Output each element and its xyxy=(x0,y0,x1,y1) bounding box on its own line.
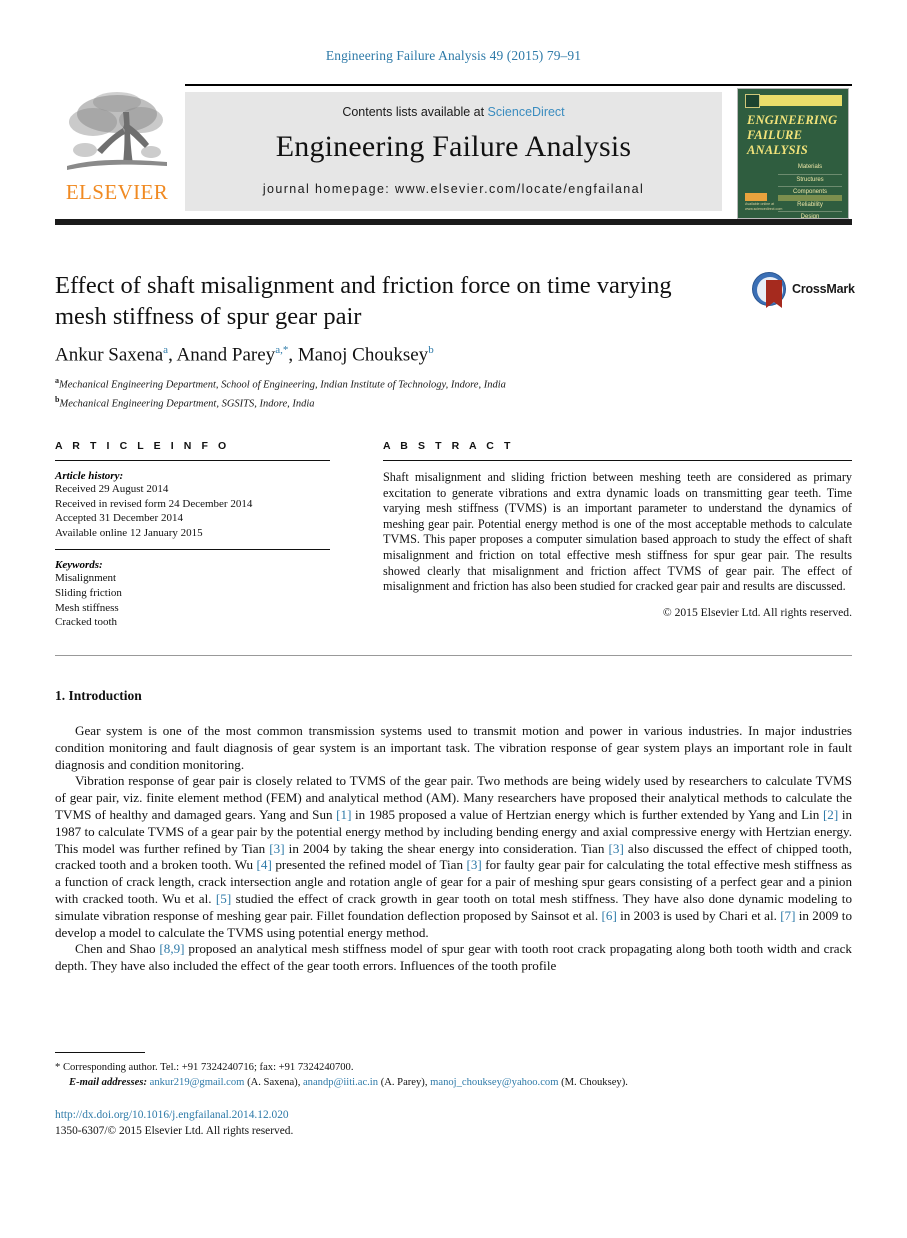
introduction-section: 1. Introduction Gear system is one of th… xyxy=(55,688,852,975)
cover-keyword: Structures xyxy=(778,175,842,187)
email-label: E-mail addresses: xyxy=(69,1077,147,1088)
article-info-column: A R T I C L E I N F O Article history: R… xyxy=(55,440,330,630)
affiliation-item: aMechanical Engineering Department, Scho… xyxy=(55,374,755,393)
citation-ref[interactable]: [1] xyxy=(336,807,351,822)
cover-elsevier-logo xyxy=(745,193,767,201)
paper-page: Engineering Failure Analysis 49 (2015) 7… xyxy=(0,0,907,1238)
email-owner: (A. Saxena) xyxy=(247,1077,298,1088)
keyword-item: Sliding friction xyxy=(55,586,122,599)
abstract-rule xyxy=(383,460,852,461)
cover-keyword: Materials xyxy=(778,162,842,175)
email-address[interactable]: manoj_chouksey@yahoo.com xyxy=(430,1077,558,1088)
author-name: Manoj Chouksey xyxy=(297,344,429,366)
citation-ref[interactable]: [3] xyxy=(609,841,624,856)
author-affil-mark[interactable]: a,* xyxy=(275,344,288,356)
author-list: Ankur Saxenaa, Anand Pareya,*, Manoj Cho… xyxy=(55,344,434,366)
email-owner: (A. Parey) xyxy=(380,1077,425,1088)
footnote-rule xyxy=(55,1052,145,1053)
keywords-rule xyxy=(55,549,330,551)
abstract-column: A B S T R A C T Shaft misalignment and s… xyxy=(383,440,852,619)
page-title: Effect of shaft misalignment and frictio… xyxy=(55,272,672,330)
journal-cover-thumbnail: ENGINEERING FAILURE ANALYSIS Materials S… xyxy=(737,88,849,219)
issn-copyright-line: 1350-6307/© 2015 Elsevier Ltd. All right… xyxy=(55,1124,294,1137)
keyword-item: Cracked tooth xyxy=(55,616,118,629)
cover-title-line-1: ENGINEERING xyxy=(747,113,838,127)
journal-title: Engineering Failure Analysis xyxy=(275,130,632,163)
history-item: Accepted 31 December 2014 xyxy=(55,512,183,525)
author-affil-mark: b xyxy=(428,344,434,356)
author-name: Ankur Saxena xyxy=(55,344,164,366)
masthead-top-rule xyxy=(185,84,852,86)
email-address[interactable]: ankur219@gmail.com xyxy=(150,1077,245,1088)
cover-imprint-mark xyxy=(745,94,760,108)
history-item: Received in revised form 24 December 201… xyxy=(55,497,253,510)
cover-title: ENGINEERING FAILURE ANALYSIS xyxy=(747,113,838,158)
citation-ref[interactable]: [8,9] xyxy=(159,941,184,956)
running-head: Engineering Failure Analysis 49 (2015) 7… xyxy=(325,48,582,63)
article-info-heading: A R T I C L E I N F O xyxy=(55,440,230,452)
masthead-bottom-rule xyxy=(55,219,852,225)
article-history-label: Article history: xyxy=(55,470,124,482)
affiliation-item: bMechanical Engineering Department, SGSI… xyxy=(55,393,755,412)
affiliation-list: aMechanical Engineering Department, Scho… xyxy=(55,374,755,411)
author-affil-mark: a xyxy=(163,344,169,356)
elsevier-wordmark: ELSEVIER xyxy=(65,180,169,204)
crossmark-inner-circle xyxy=(757,277,783,308)
keywords-list: Misalignment Sliding friction Mesh stiff… xyxy=(55,571,330,629)
elsevier-tree-icon xyxy=(67,92,167,170)
cover-footer: Available online at www.sciencedirect.co… xyxy=(745,193,805,212)
article-info-rule xyxy=(55,460,330,461)
contents-available-line: Contents lists available at ScienceDirec… xyxy=(185,92,722,119)
email-line: E-mail addresses: ankur219@gmail.com (A.… xyxy=(69,1077,628,1088)
affiliation-text: Mechanical Engineering Department, SGSIT… xyxy=(59,398,315,409)
citation-ref[interactable]: [2] xyxy=(823,807,838,822)
keyword-item: Mesh stiffness xyxy=(55,601,119,614)
citation-ref[interactable]: [5] xyxy=(216,891,231,906)
crossmark-label: CrossMark xyxy=(792,282,855,296)
section-divider xyxy=(55,655,852,656)
citation-ref[interactable]: [3] xyxy=(269,841,284,856)
email-owner: (M. Chouksey) xyxy=(561,1077,626,1088)
article-history-list: Received 29 August 2014 Received in revi… xyxy=(55,482,330,540)
citation-ref[interactable]: [3] xyxy=(467,857,482,872)
history-item: Available online 12 January 2015 xyxy=(55,526,203,539)
affiliation-text: Mechanical Engineering Department, Schoo… xyxy=(59,379,506,391)
crossmark-badge[interactable]: CrossMark xyxy=(752,272,855,308)
citation-ref[interactable]: [6] xyxy=(602,908,617,923)
footnote-block: * Corresponding author. Tel.: +91 732424… xyxy=(55,1060,755,1090)
history-item: Received 29 August 2014 xyxy=(55,483,169,495)
doi-link[interactable]: http://dx.doi.org/10.1016/j.engfailanal.… xyxy=(55,1108,755,1124)
abstract-heading: A B S T R A C T xyxy=(383,440,514,452)
email-address[interactable]: anandp@iiti.ac.in xyxy=(303,1077,378,1088)
doi-block: http://dx.doi.org/10.1016/j.engfailanal.… xyxy=(55,1108,755,1139)
journal-homepage[interactable]: journal homepage: www.elsevier.com/locat… xyxy=(185,182,722,196)
keyword-item: Misalignment xyxy=(55,572,117,585)
corresponding-author-note: * Corresponding author. Tel.: +91 732424… xyxy=(55,1062,354,1073)
abstract-copyright: © 2015 Elsevier Ltd. All rights reserved… xyxy=(662,605,852,619)
sciencedirect-link[interactable]: ScienceDirect xyxy=(488,105,565,119)
paragraph: Vibration response of gear pair is close… xyxy=(55,773,853,940)
cover-keyword: Design xyxy=(800,214,820,219)
crossmark-circle-icon xyxy=(752,272,786,308)
cover-title-line-3: ANALYSIS xyxy=(747,143,808,157)
abstract-text: Shaft misalignment and sliding friction … xyxy=(383,470,852,594)
keywords-label: Keywords: xyxy=(55,559,103,572)
journal-band: Contents lists available at ScienceDirec… xyxy=(185,92,722,211)
cover-title-line-2: FAILURE xyxy=(747,128,803,142)
elsevier-logo: ELSEVIER xyxy=(55,88,179,214)
cover-footer-text: Available online at www.sciencedirect.co… xyxy=(745,202,783,211)
author-name: Anand Parey xyxy=(176,344,276,366)
journal-masthead: ELSEVIER Contents lists available at Sci… xyxy=(55,84,852,225)
citation-ref[interactable]: [7] xyxy=(780,908,795,923)
citation-ref[interactable]: [4] xyxy=(257,857,272,872)
contents-prefix: Contents lists available at xyxy=(342,105,488,119)
paragraph: Chen and Shao [8,9] proposed an analytic… xyxy=(55,941,852,974)
introduction-heading: 1. Introduction xyxy=(55,688,142,703)
paragraph: Gear system is one of the most common tr… xyxy=(55,723,852,772)
cover-top-band xyxy=(746,95,842,106)
crossmark-bookmark-icon xyxy=(766,280,782,308)
